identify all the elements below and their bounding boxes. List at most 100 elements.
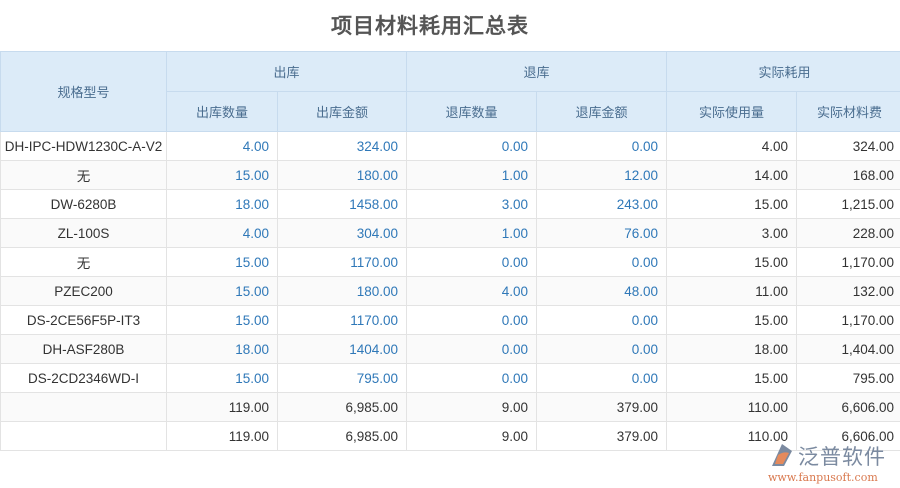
cell-actual-qty: 18.00 [666, 334, 798, 364]
cell-spec: DH-IPC-HDW1230C-A-V2 [0, 131, 167, 161]
table-row: PZEC200 15.00 180.00 4.00 48.00 11.00 132.00 [0, 276, 900, 306]
cell-spec: 无 [0, 247, 167, 277]
cell-out-qty: 15.00 [166, 363, 278, 393]
cell-spec: PZEC200 [0, 276, 167, 306]
header-actual-qty: 实际使用量 [666, 91, 798, 132]
cell-actual-qty: 4.00 [666, 131, 798, 161]
cell-return-amount: 12.00 [536, 160, 668, 190]
cell-actual-cost: 168.00 [796, 160, 900, 190]
cell-out-qty: 15.00 [166, 247, 278, 277]
cell-out-qty: 15.00 [166, 276, 278, 306]
cell-out-amount: 1170.00 [276, 305, 408, 335]
cell-out-qty: 15.00 [166, 305, 278, 335]
total-row: 119.00 6,985.00 9.00 379.00 110.00 6,606.00 [0, 392, 900, 422]
cell-out-amount: 324.00 [276, 131, 408, 161]
table-row: 无 15.00 180.00 1.00 12.00 14.00 168.00 [0, 160, 900, 190]
cell-out-amount: 180.00 [276, 276, 408, 306]
cell-return-qty: 1.00 [406, 160, 538, 190]
cell-spec: DS-2CD2346WD-I [0, 363, 167, 393]
header-return-amount: 退库金额 [536, 91, 668, 132]
cell-out-amount: 180.00 [276, 160, 408, 190]
cell-actual-qty: 15.00 [666, 247, 798, 277]
cell-spec [0, 421, 167, 451]
cell-out-qty: 4.00 [166, 218, 278, 248]
cell-actual-qty: 3.00 [666, 218, 798, 248]
cell-out-amount: 1170.00 [276, 247, 408, 277]
header-out: 出库 [165, 51, 408, 92]
cell-actual-qty: 11.00 [666, 276, 798, 306]
table-row: DH-ASF280B 18.00 1404.00 0.00 0.00 18.00 1,404… [0, 334, 900, 364]
header-out-amount: 出库金额 [276, 91, 408, 132]
table-row: DS-2CD2346WD-I 15.00 795.00 0.00 0.00 15.00 79… [0, 363, 900, 393]
summary-table: 规格型号 出库 退库 实际耗用 出库数量 出库金额 退库数量 退库金额 实际使用… [0, 51, 900, 451]
table-row: 无 15.00 1170.00 0.00 0.00 15.00 1,170.00 [0, 247, 900, 277]
cell-return-qty: 9.00 [406, 392, 538, 422]
cell-return-qty: 4.00 [406, 276, 538, 306]
cell-out-amount: 6,985.00 [276, 421, 408, 451]
cell-return-qty: 3.00 [406, 189, 538, 219]
cell-actual-qty: 15.00 [666, 189, 798, 219]
header-actual: 实际耗用 [666, 51, 900, 92]
table-row: DW-6280B 18.00 1458.00 3.00 243.00 15.00 1,215… [0, 189, 900, 219]
cell-actual-cost: 6,606.00 [796, 392, 900, 422]
cell-actual-cost: 795.00 [796, 363, 900, 393]
cell-out-qty: 18.00 [166, 189, 278, 219]
cell-actual-qty: 14.00 [666, 160, 798, 190]
cell-return-qty: 1.00 [406, 218, 538, 248]
cell-return-amount: 0.00 [536, 334, 668, 364]
cell-spec [0, 392, 167, 422]
cell-spec: DW-6280B [0, 189, 167, 219]
header-spec: 规格型号 [0, 51, 167, 132]
cell-spec: DS-2CE56F5P-IT3 [0, 305, 167, 335]
table-row: DS-2CE56F5P-IT3 15.00 1170.00 0.00 0.00 15.00… [0, 305, 900, 335]
cell-out-amount: 6,985.00 [276, 392, 408, 422]
header-out-qty: 出库数量 [166, 91, 278, 132]
page-title: 项目材料耗用汇总表 [331, 14, 529, 38]
cell-return-qty: 0.00 [406, 363, 538, 393]
total-row: 119.00 6,985.00 9.00 379.00 110.00 6,606.00 [0, 421, 900, 451]
cell-out-amount: 304.00 [276, 218, 408, 248]
cell-out-amount: 795.00 [276, 363, 408, 393]
logo-url: www.fanpusoft.com [768, 471, 878, 484]
table-row: DH-IPC-HDW1230C-A-V2 4.00 324.00 0.00 0.00 4.… [0, 131, 900, 161]
cell-actual-cost: 324.00 [796, 131, 900, 161]
cell-actual-cost: 132.00 [796, 276, 900, 306]
cell-out-qty: 18.00 [166, 334, 278, 364]
header-return-qty: 退库数量 [406, 91, 538, 132]
cell-return-amount: 76.00 [536, 218, 668, 248]
cell-out-amount: 1458.00 [276, 189, 408, 219]
cell-out-qty: 15.00 [166, 160, 278, 190]
cell-return-amount: 48.00 [536, 276, 668, 306]
cell-out-qty: 119.00 [166, 392, 278, 422]
cell-return-amount: 0.00 [536, 131, 668, 161]
header-return: 退库 [406, 51, 668, 92]
cell-actual-cost: 1,215.00 [796, 189, 900, 219]
cell-out-amount: 1404.00 [276, 334, 408, 364]
cell-actual-cost: 228.00 [796, 218, 900, 248]
table-row: ZL-100S 4.00 304.00 1.00 76.00 3.00 228.00 [0, 218, 900, 248]
logo-name: 泛普软件 [798, 445, 886, 469]
cell-actual-qty: 110.00 [666, 392, 798, 422]
cell-actual-qty: 15.00 [666, 363, 798, 393]
cell-spec: DH-ASF280B [0, 334, 167, 364]
cell-return-amount: 243.00 [536, 189, 668, 219]
cell-out-qty: 4.00 [166, 131, 278, 161]
cell-actual-qty: 15.00 [666, 305, 798, 335]
cell-spec: 无 [0, 160, 167, 190]
logo-icon [772, 444, 792, 466]
cell-return-amount: 379.00 [536, 421, 668, 451]
cell-return-amount: 379.00 [536, 392, 668, 422]
cell-return-qty: 0.00 [406, 334, 538, 364]
cell-return-amount: 0.00 [536, 305, 668, 335]
cell-return-amount: 0.00 [536, 363, 668, 393]
cell-return-qty: 0.00 [406, 131, 538, 161]
header-actual-cost: 实际材料费 [796, 91, 900, 132]
cell-return-qty: 0.00 [406, 247, 538, 277]
cell-return-qty: 9.00 [406, 421, 538, 451]
cell-actual-cost: 1,170.00 [796, 305, 900, 335]
cell-out-qty: 119.00 [166, 421, 278, 451]
cell-actual-cost: 1,170.00 [796, 247, 900, 277]
cell-return-amount: 0.00 [536, 247, 668, 277]
cell-spec: ZL-100S [0, 218, 167, 248]
fanpu-logo: 泛普软件 www.fanpusoft.com [768, 441, 893, 485]
